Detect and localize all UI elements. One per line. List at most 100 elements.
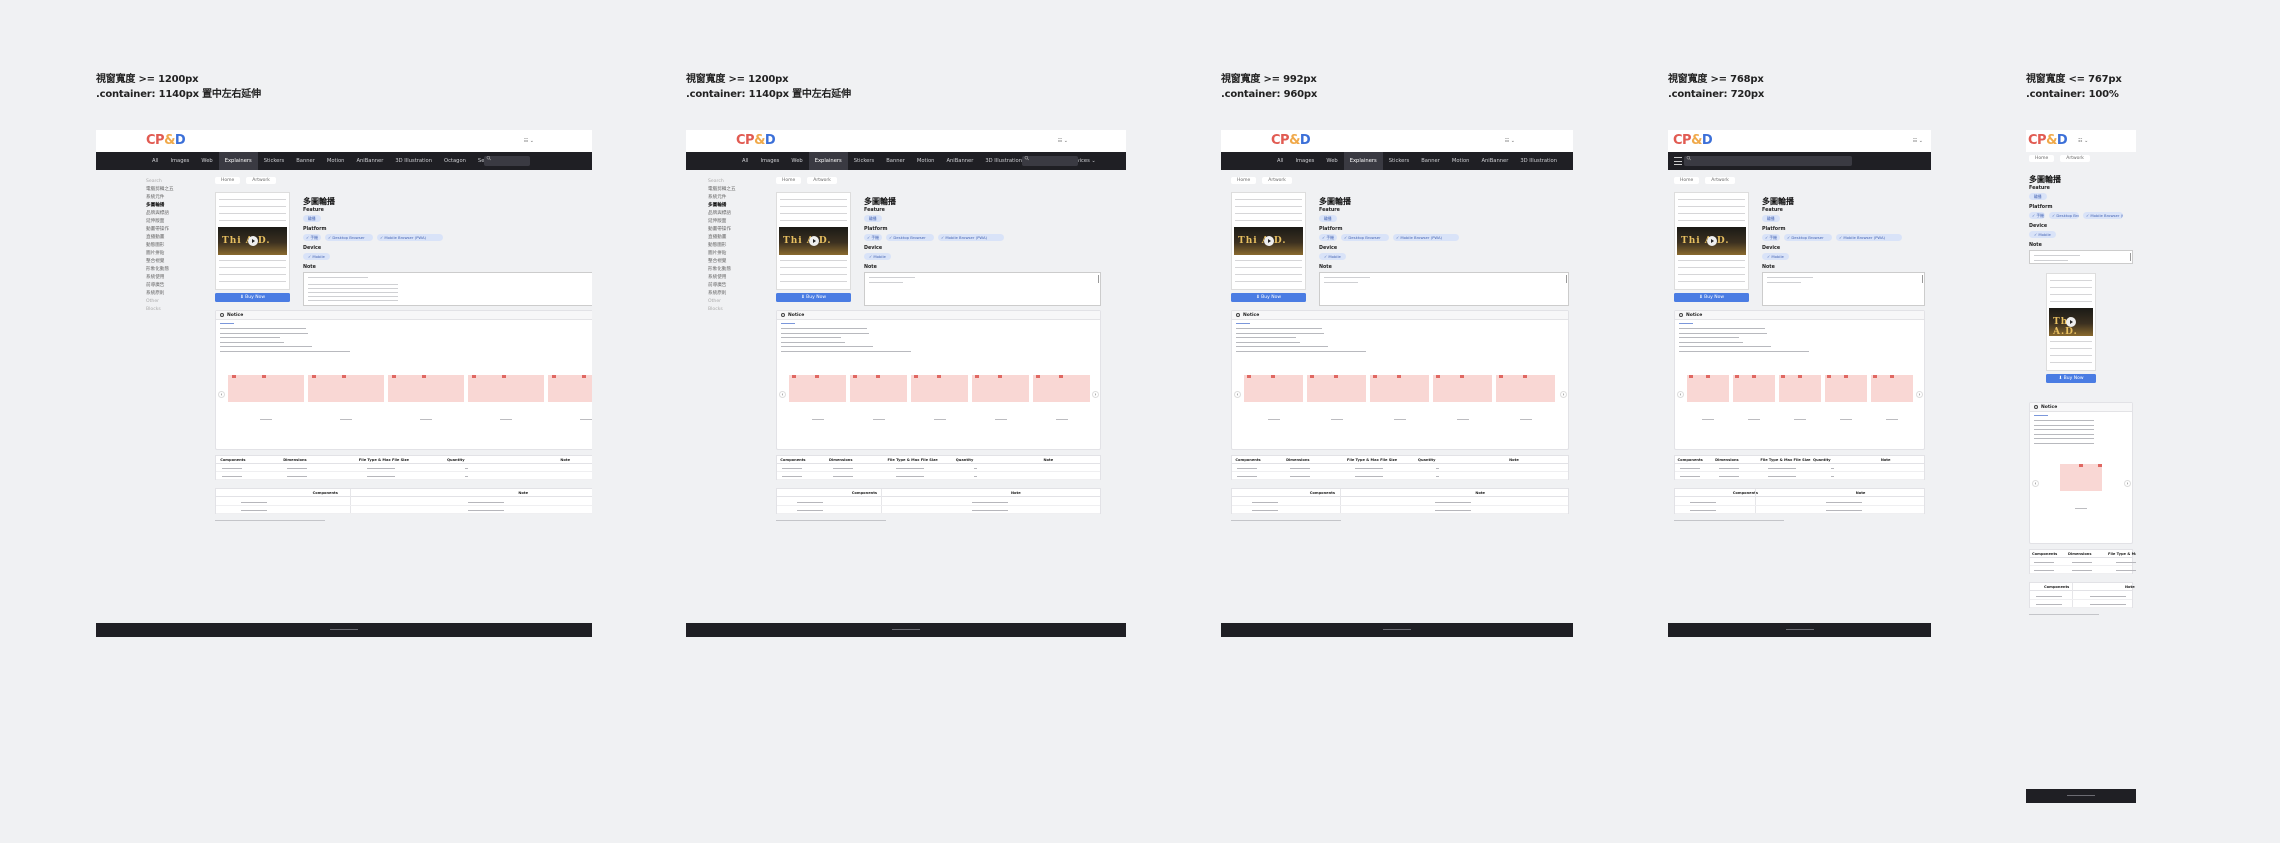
nav-item[interactable]: Banner	[880, 152, 911, 170]
sidebar-item[interactable]: 多圖輪播	[146, 202, 190, 210]
hamburger-menu-icon[interactable]	[1674, 157, 1682, 165]
carousel-slide[interactable]	[789, 361, 846, 425]
nav-item[interactable]: Images	[754, 152, 785, 170]
nav-item[interactable]: Stickers	[1383, 152, 1415, 170]
brand-logo[interactable]: CP&D	[1271, 133, 1311, 148]
sidebar-item[interactable]: 延伸版面	[708, 218, 752, 226]
nav-item[interactable]: Explainers	[1343, 152, 1383, 170]
carousel-slide[interactable]	[911, 361, 968, 425]
breadcrumb-item[interactable]: Artwork	[2060, 155, 2090, 162]
sidebar-item[interactable]: 品牌與標語	[146, 210, 190, 218]
nav-item[interactable]: Images	[164, 152, 195, 170]
nav-item[interactable]: Explainers	[808, 152, 848, 170]
nav-search-input[interactable]	[484, 156, 530, 166]
carousel-slide[interactable]	[1871, 361, 1913, 425]
note-scrollbar[interactable]	[1565, 275, 1567, 283]
nav-item[interactable]: All	[1271, 152, 1289, 170]
note-scrollbar[interactable]	[2129, 253, 2131, 261]
nav-item[interactable]: Web	[1320, 152, 1343, 170]
language-select[interactable]: ☷	[524, 138, 534, 144]
buy-now-button[interactable]: ⬇ Buy Now	[1231, 293, 1306, 302]
buy-now-button[interactable]: ⬇ Buy Now	[215, 293, 290, 302]
preview-thumbnail[interactable]: Thi A.D.	[1231, 192, 1306, 290]
preview-thumbnail[interactable]: Thi A.D.	[1674, 192, 1749, 290]
nav-item[interactable]: Motion	[911, 152, 941, 170]
note-scrollbar[interactable]	[1097, 275, 1099, 283]
nav-item[interactable]: All	[146, 152, 164, 170]
brand-logo[interactable]: CP&D	[146, 133, 186, 148]
carousel-next-icon[interactable]: ›	[1560, 391, 1567, 398]
carousel-slide[interactable]	[1687, 361, 1729, 425]
breadcrumb-item[interactable]: Home	[1674, 177, 1700, 184]
play-icon[interactable]	[247, 236, 258, 246]
sidebar-item[interactable]: 品牌與標語	[708, 210, 752, 218]
note-textarea[interactable]	[2029, 250, 2133, 264]
carousel-slide[interactable]	[1433, 361, 1492, 425]
sidebar-item[interactable]: Other	[146, 298, 190, 306]
sidebar-item[interactable]: 電腦剪輯之五	[146, 186, 190, 194]
carousel-prev-icon[interactable]: ‹	[218, 391, 225, 398]
sidebar-item[interactable]: 多圖輪播	[708, 202, 752, 210]
breadcrumb-item[interactable]: Home	[1231, 177, 1257, 184]
sidebar-item[interactable]: 形象化動態	[708, 266, 752, 274]
note-scrollbar[interactable]	[1921, 275, 1923, 283]
carousel-slide[interactable]	[1244, 361, 1303, 425]
sidebar-item[interactable]: 圖片拼貼	[708, 250, 752, 258]
nav-item[interactable]: Banner	[290, 152, 321, 170]
carousel-slide[interactable]	[1370, 361, 1429, 425]
sidebar-item[interactable]: 前導廣告	[146, 282, 190, 290]
nav-item[interactable]: AniBanner	[940, 152, 979, 170]
brand-logo[interactable]: CP&D	[2028, 133, 2068, 148]
carousel-slide[interactable]	[548, 361, 592, 425]
sidebar-item[interactable]: 系統元件	[146, 194, 190, 202]
nav-item[interactable]: Stickers	[258, 152, 290, 170]
carousel-slide[interactable]	[1307, 361, 1366, 425]
carousel-slide[interactable]	[1733, 361, 1775, 425]
notice-link-line[interactable]	[781, 323, 795, 324]
sidebar-item[interactable]: 整合視覺	[708, 258, 752, 266]
sidebar-item[interactable]: Search	[708, 178, 752, 186]
sidebar-item[interactable]: Other	[708, 298, 752, 306]
carousel-prev-icon[interactable]: ‹	[2032, 480, 2039, 487]
preview-thumbnail[interactable]: Thi A.D.	[215, 192, 290, 290]
sidebar-item[interactable]: 動畫帶操作	[146, 226, 190, 234]
nav-item[interactable]: 3D Illustration	[979, 152, 1028, 170]
carousel-next-icon[interactable]: ›	[2124, 480, 2131, 487]
notice-link-line[interactable]	[1236, 323, 1250, 324]
language-select[interactable]: ☷	[1058, 138, 1068, 144]
sidebar-item[interactable]: 直播動畫	[146, 234, 190, 242]
nav-item[interactable]: Images	[1289, 152, 1320, 170]
language-select[interactable]: ☷	[1505, 138, 1515, 144]
carousel-slide[interactable]	[388, 361, 464, 425]
breadcrumb-item[interactable]: Artwork	[1705, 177, 1735, 184]
play-icon[interactable]	[1706, 236, 1717, 246]
nav-item[interactable]: Web	[195, 152, 218, 170]
carousel-prev-icon[interactable]: ‹	[779, 391, 786, 398]
brand-logo[interactable]: CP&D	[1673, 133, 1713, 148]
breadcrumb-item[interactable]: Artwork	[1262, 177, 1292, 184]
carousel-next-icon[interactable]: ›	[1916, 391, 1923, 398]
nav-item[interactable]: AniBanner	[350, 152, 389, 170]
breadcrumb-item[interactable]: Home	[776, 177, 802, 184]
carousel-slide[interactable]	[1033, 361, 1090, 425]
note-textarea[interactable]	[1762, 272, 1925, 306]
breadcrumb-item[interactable]: Artwork	[807, 177, 837, 184]
carousel-slide[interactable]	[850, 361, 907, 425]
sidebar-item[interactable]: 直播動畫	[708, 234, 752, 242]
sidebar-item[interactable]: 動畫帶操作	[708, 226, 752, 234]
carousel-prev-icon[interactable]: ‹	[1234, 391, 1241, 398]
play-icon[interactable]	[2066, 317, 2076, 327]
sidebar-item[interactable]: 前導廣告	[708, 282, 752, 290]
carousel-slide[interactable]	[972, 361, 1029, 425]
note-textarea[interactable]	[1319, 272, 1569, 306]
sidebar-item[interactable]: Blocks	[708, 306, 752, 314]
nav-item[interactable]: Octagon	[438, 152, 472, 170]
nav-item[interactable]: Banner	[1415, 152, 1446, 170]
nav-search-input[interactable]	[1022, 156, 1078, 166]
language-select[interactable]: ☷	[2078, 138, 2088, 144]
nav-item[interactable]: All	[736, 152, 754, 170]
sidebar-item[interactable]: 形象化動態	[146, 266, 190, 274]
sidebar-item[interactable]: 系統使用	[708, 274, 752, 282]
language-select[interactable]: ☷	[1913, 138, 1923, 144]
notice-link-line[interactable]	[2034, 415, 2048, 416]
